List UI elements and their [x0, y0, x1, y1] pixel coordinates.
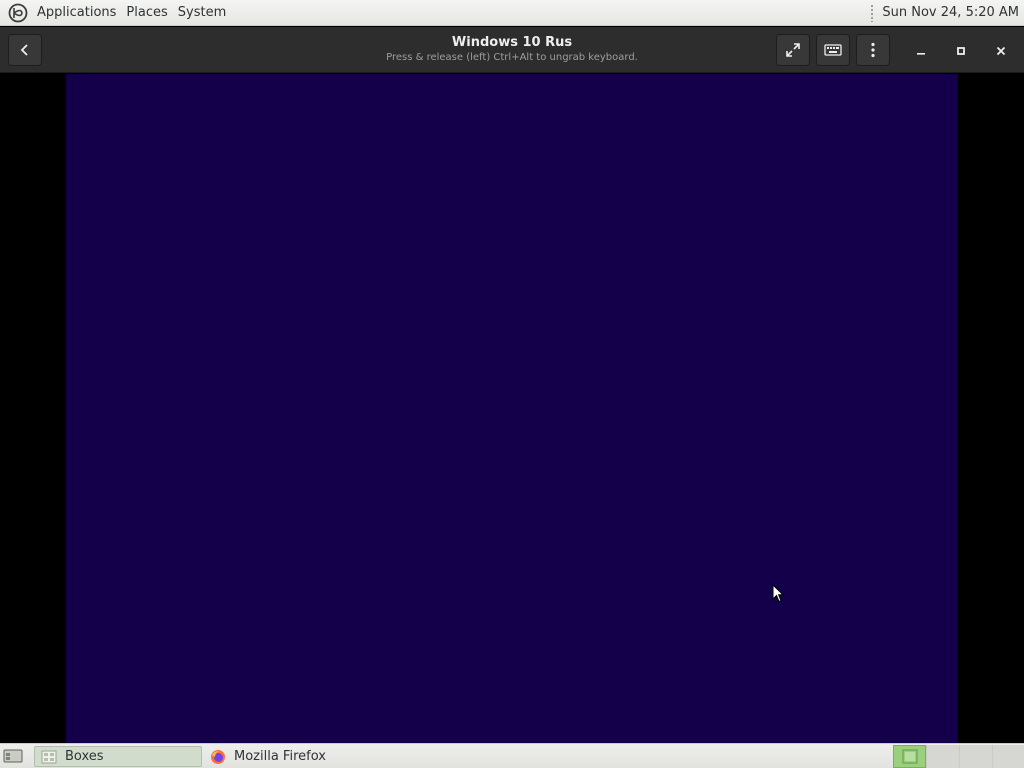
workspace-1[interactable]: [893, 745, 926, 768]
fullscreen-button[interactable]: [776, 34, 810, 66]
window-subtitle: Press & release (left) Ctrl+Alt to ungra…: [386, 52, 638, 63]
taskbar-item-label: Boxes: [65, 749, 104, 764]
places-menu[interactable]: Places: [121, 0, 172, 26]
vertical-dots-icon: [871, 42, 875, 58]
panel-status-area: Sun Nov 24, 5:20 AM: [870, 0, 1024, 25]
close-icon: [996, 46, 1006, 56]
window-title-block: Windows 10 Rus Press & release (left) Ct…: [312, 35, 712, 65]
window-thumbnail-icon: [902, 749, 918, 764]
options-menu-button[interactable]: [856, 34, 890, 66]
boxes-headerbar: Windows 10 Rus Press & release (left) Ct…: [0, 27, 1024, 73]
show-desktop-icon: [3, 749, 23, 763]
main-menu: Applications Places System: [0, 0, 231, 25]
system-menu[interactable]: System: [173, 0, 231, 26]
maximize-button[interactable]: [949, 39, 973, 63]
mouse-pointer-icon: [772, 584, 784, 603]
close-button[interactable]: [989, 39, 1013, 63]
panel-grip-handle[interactable]: [870, 3, 875, 22]
vm-screen[interactable]: [66, 74, 958, 743]
workspace-2[interactable]: [926, 745, 959, 768]
clock[interactable]: Sun Nov 24, 5:20 AM: [882, 5, 1024, 20]
show-desktop-button[interactable]: [2, 747, 24, 765]
bottom-panel: Boxes Mozilla Firefox: [0, 743, 1024, 768]
fullscreen-icon: [786, 43, 800, 57]
window-title: Windows 10 Rus: [451, 35, 573, 50]
taskbar-item-label: Mozilla Firefox: [234, 749, 326, 764]
boxes-icon: [41, 749, 57, 765]
minimize-icon: [917, 53, 925, 55]
distro-logo-icon[interactable]: [8, 3, 28, 23]
workspace-3[interactable]: [959, 745, 992, 768]
minimize-button[interactable]: [909, 39, 933, 63]
maximize-icon: [957, 47, 965, 55]
keyboard-button[interactable]: [816, 34, 850, 66]
applications-menu[interactable]: Applications: [32, 0, 121, 26]
taskbar-item-firefox[interactable]: Mozilla Firefox: [204, 746, 374, 767]
workspace-4[interactable]: [992, 745, 1024, 768]
firefox-icon: [210, 749, 226, 765]
back-arrow-icon: [20, 44, 28, 56]
back-button[interactable]: [8, 34, 42, 66]
taskbar-item-boxes[interactable]: Boxes: [34, 746, 202, 767]
keyboard-icon: [824, 44, 842, 56]
top-panel: Applications Places System Sun Nov 24, 5…: [0, 0, 1024, 26]
vm-display-area: [0, 74, 1024, 743]
